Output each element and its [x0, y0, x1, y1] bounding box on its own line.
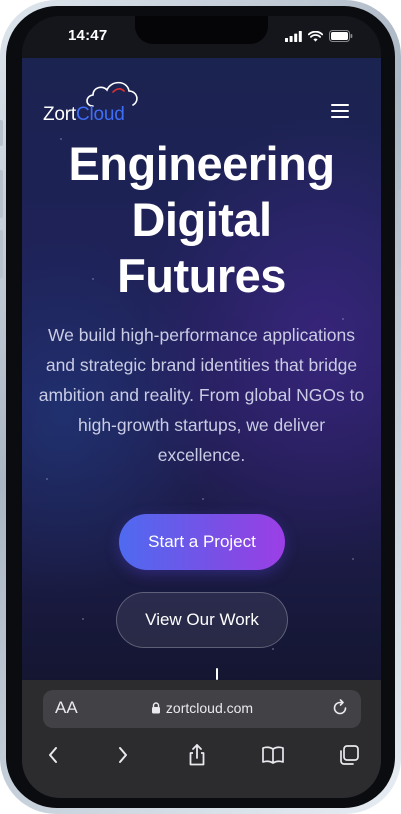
- wifi-icon: [307, 29, 324, 47]
- zortcloud-logo[interactable]: ZortCloud: [43, 81, 143, 136]
- hamburger-icon-bar: [331, 104, 349, 106]
- share-icon[interactable]: [184, 742, 210, 768]
- volume-down-button: [0, 230, 3, 278]
- background-star: [202, 498, 204, 500]
- url-text: zortcloud.com: [165, 700, 254, 716]
- hero-section: ZortCloud Engineering Digital Futures We…: [22, 58, 381, 680]
- hamburger-icon-bar: [331, 110, 349, 112]
- hero-headline: Engineering Digital Futures: [22, 136, 381, 304]
- background-star: [352, 558, 354, 560]
- headline-line: Futures: [117, 249, 286, 302]
- address-bar[interactable]: AA zortcloud.com: [43, 690, 361, 728]
- reload-icon[interactable]: [331, 699, 349, 722]
- mute-switch: [0, 120, 3, 146]
- logo-wordmark: ZortCloud: [43, 104, 125, 126]
- hamburger-menu-button[interactable]: [331, 103, 353, 121]
- status-time: 14:47: [68, 27, 108, 44]
- headline-line: Digital: [131, 193, 272, 246]
- status-bar: 14:47: [22, 16, 381, 58]
- background-star: [82, 618, 84, 620]
- phone-screen: 14:47 ZortCloud Engineering Digital Futu…: [22, 16, 381, 798]
- view-work-button[interactable]: View Our Work: [116, 592, 288, 648]
- url-display[interactable]: zortcloud.com: [43, 700, 361, 717]
- battery-icon: [329, 29, 353, 47]
- status-icons: [285, 29, 353, 47]
- logo-accent: Cloud: [75, 104, 125, 125]
- bookmarks-icon[interactable]: [260, 742, 286, 768]
- browser-toolbar: [22, 742, 381, 772]
- signal-icon: [285, 29, 302, 47]
- headline-line: Engineering: [68, 137, 335, 190]
- start-project-button[interactable]: Start a Project: [119, 514, 285, 570]
- background-star: [46, 478, 48, 480]
- scroll-indicator: [216, 668, 218, 680]
- tabs-icon[interactable]: [336, 742, 362, 768]
- phone-frame: 14:47 ZortCloud Engineering Digital Futu…: [0, 0, 401, 814]
- browser-bottom-bar: AA zortcloud.com: [22, 680, 381, 798]
- volume-up-button: [0, 170, 3, 218]
- lock-icon: [151, 701, 161, 717]
- background-star: [272, 648, 274, 650]
- camera-notch: [135, 16, 268, 44]
- hero-subtext: We build high-performance applications a…: [38, 325, 365, 465]
- back-icon[interactable]: [40, 742, 66, 768]
- forward-icon[interactable]: [110, 742, 136, 768]
- hamburger-icon-bar: [331, 116, 349, 118]
- logo-prefix: Zort: [43, 104, 76, 125]
